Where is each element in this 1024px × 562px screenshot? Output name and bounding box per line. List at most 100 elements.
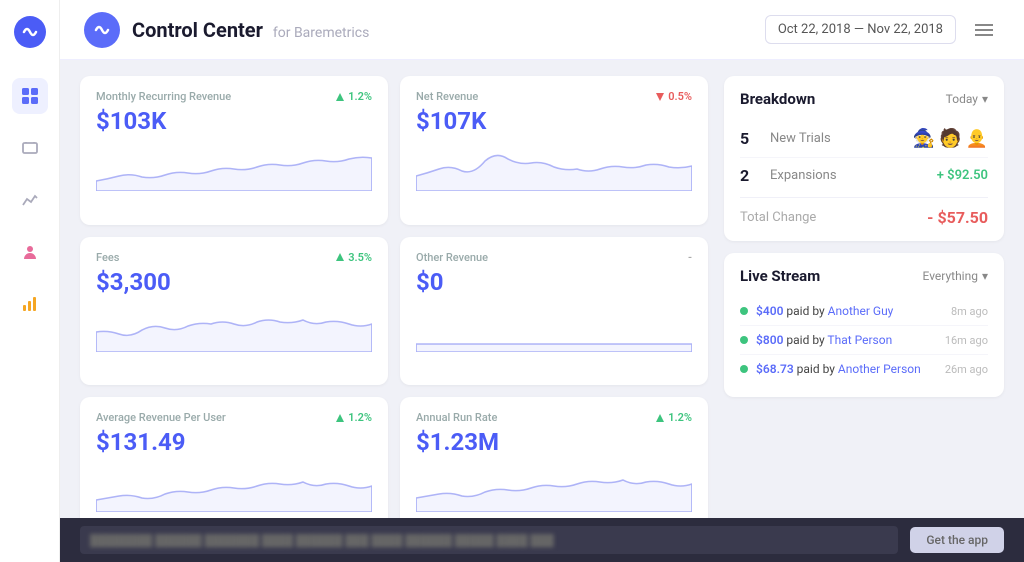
metric-card-other-revenue: Other Revenue - $0 xyxy=(400,237,708,386)
total-label: Total Change xyxy=(740,210,816,225)
sidebar-item-analytics[interactable] xyxy=(12,182,48,218)
breakdown-total: Total Change - $57.50 xyxy=(740,197,988,227)
metric-header: Average Revenue Per User 1.2% xyxy=(96,411,372,424)
live-person: That Person xyxy=(827,333,892,347)
metric-label: Fees xyxy=(96,251,119,264)
metric-change: 0.5% xyxy=(655,90,692,103)
mini-chart xyxy=(416,141,692,217)
chevron-down-icon: ▾ xyxy=(982,269,988,283)
sidebar-item-dashboard[interactable] xyxy=(12,78,48,114)
metric-change: 1.2% xyxy=(335,90,372,103)
live-amount: $400 xyxy=(756,304,783,318)
metric-label: Net Revenue xyxy=(416,90,478,103)
metric-value: $3,300 xyxy=(96,268,372,296)
live-time: 8m ago xyxy=(951,305,988,318)
livestream-items: $400 paid by Another Guy 8m ago $800 pai… xyxy=(740,297,988,383)
livestream-title: Live Stream xyxy=(740,267,820,285)
metric-header: Fees 3.5% xyxy=(96,251,372,264)
metric-label: Other Revenue xyxy=(416,251,488,264)
live-text: $68.73 paid by Another Person xyxy=(756,362,937,376)
metric-header: Net Revenue 0.5% xyxy=(416,90,692,103)
app-subtitle: for Baremetrics xyxy=(273,25,369,41)
sidebar-item-users[interactable] xyxy=(12,234,48,270)
sidebar-item-revenue[interactable] xyxy=(12,286,48,322)
livestream-filter[interactable]: Everything ▾ xyxy=(923,269,988,283)
livestream-card: Live Stream Everything ▾ $400 paid by An… xyxy=(724,253,1004,397)
metric-label: Average Revenue Per User xyxy=(96,411,226,424)
breakdown-title: Breakdown xyxy=(740,90,815,108)
breakdown-card: Breakdown Today ▾ 5 New Trials 🧙🧑🧑‍🦲 2 E… xyxy=(724,76,1004,241)
live-indicator xyxy=(740,336,748,344)
live-person: Another Guy xyxy=(828,304,894,318)
sidebar-item-layers[interactable] xyxy=(12,130,48,166)
metric-value: $107K xyxy=(416,107,692,135)
avatar: 🧑‍🦲 xyxy=(966,128,988,149)
header-title-group: Control Center for Baremetrics xyxy=(132,18,369,42)
livestream-item[interactable]: $68.73 paid by Another Person 26m ago xyxy=(740,355,988,383)
breakdown-header: Breakdown Today ▾ xyxy=(740,90,988,108)
metric-change: 1.2% xyxy=(335,411,372,424)
breakdown-count: 2 xyxy=(740,166,760,185)
live-amount: $800 xyxy=(756,333,783,347)
metric-value: $131.49 xyxy=(96,428,372,456)
header-left: Control Center for Baremetrics xyxy=(84,12,369,48)
breakdown-label: Expansions xyxy=(770,168,937,183)
metric-card-fees: Fees 3.5% $3,300 xyxy=(80,237,388,386)
metric-change: - xyxy=(688,251,692,264)
mini-chart xyxy=(416,302,692,378)
bottom-bar: ████████ ██████ ███████ ████ ██████ ███ … xyxy=(60,518,1024,562)
breakdown-label: New Trials xyxy=(770,131,913,146)
live-text: $400 paid by Another Guy xyxy=(756,304,943,318)
livestream-item[interactable]: $800 paid by That Person 16m ago xyxy=(740,326,988,355)
livestream-item[interactable]: $400 paid by Another Guy 8m ago xyxy=(740,297,988,326)
content-area: Monthly Recurring Revenue 1.2% $103K Net… xyxy=(60,60,1024,562)
metric-header: Monthly Recurring Revenue 1.2% xyxy=(96,90,372,103)
total-value: - $57.50 xyxy=(927,208,988,227)
main-area: Control Center for Baremetrics Oct 22, 2… xyxy=(60,0,1024,562)
header: Control Center for Baremetrics Oct 22, 2… xyxy=(60,0,1024,60)
metric-value: $0 xyxy=(416,268,692,296)
metric-card-net-revenue: Net Revenue 0.5% $107K xyxy=(400,76,708,225)
chevron-down-icon: ▾ xyxy=(982,92,988,106)
live-indicator xyxy=(740,307,748,315)
live-amount: $68.73 xyxy=(756,362,794,376)
avatar: 🧙 xyxy=(913,128,935,149)
metrics-grid: Monthly Recurring Revenue 1.2% $103K Net… xyxy=(80,76,708,546)
avatar: 🧑 xyxy=(939,128,961,149)
metric-label: Annual Run Rate xyxy=(416,411,497,424)
sidebar-nav xyxy=(12,78,48,322)
date-range-picker[interactable]: Oct 22, 2018 — Nov 22, 2018 xyxy=(765,15,956,44)
metric-card-mrr: Monthly Recurring Revenue 1.2% $103K xyxy=(80,76,388,225)
mini-chart xyxy=(96,302,372,378)
mini-chart xyxy=(96,141,372,217)
breakdown-count: 5 xyxy=(740,129,760,148)
breakdown-filter[interactable]: Today ▾ xyxy=(946,92,988,106)
breakdown-row: 5 New Trials 🧙🧑🧑‍🦲 xyxy=(740,120,988,158)
metric-change: 1.2% xyxy=(655,411,692,424)
live-time: 16m ago xyxy=(945,334,988,347)
live-text: $800 paid by That Person xyxy=(756,333,937,347)
metric-change: 3.5% xyxy=(335,251,372,264)
livestream-header: Live Stream Everything ▾ xyxy=(740,267,988,285)
metric-value: $103K xyxy=(96,107,372,135)
header-right: Oct 22, 2018 — Nov 22, 2018 xyxy=(765,14,1000,46)
menu-button[interactable] xyxy=(968,14,1000,46)
live-person: Another Person xyxy=(838,362,921,376)
bottom-bar-message: ████████ ██████ ███████ ████ ██████ ███ … xyxy=(80,526,898,554)
metric-label: Monthly Recurring Revenue xyxy=(96,90,231,103)
breakdown-row: 2 Expansions + $92.50 xyxy=(740,158,988,193)
brand-icon xyxy=(84,12,120,48)
get-app-button[interactable]: Get the app xyxy=(910,527,1004,553)
metric-value: $1.23M xyxy=(416,428,692,456)
live-indicator xyxy=(740,365,748,373)
breakdown-value: + $92.50 xyxy=(937,168,988,183)
breakdown-avatars: 🧙🧑🧑‍🦲 xyxy=(913,128,988,149)
sidebar xyxy=(0,0,60,562)
metric-header: Annual Run Rate 1.2% xyxy=(416,411,692,424)
metric-header: Other Revenue - xyxy=(416,251,692,264)
app-title: Control Center xyxy=(132,18,263,42)
right-panel: Breakdown Today ▾ 5 New Trials 🧙🧑🧑‍🦲 2 E… xyxy=(724,76,1004,546)
live-time: 26m ago xyxy=(945,363,988,376)
sidebar-logo[interactable] xyxy=(14,16,46,48)
breakdown-rows: 5 New Trials 🧙🧑🧑‍🦲 2 Expansions + $92.50 xyxy=(740,120,988,193)
